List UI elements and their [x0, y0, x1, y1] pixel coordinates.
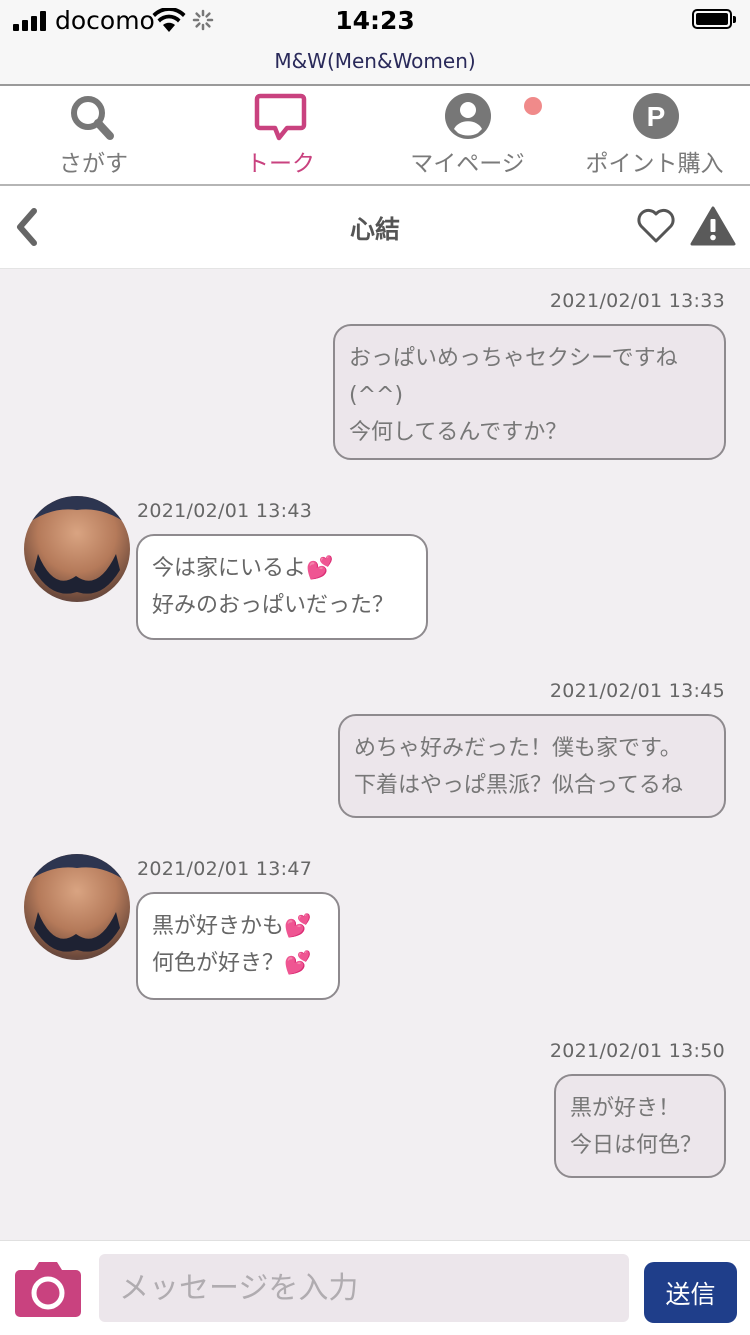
tab-label: ポイント購入: [585, 151, 724, 177]
message-timestamp: 2021/02/01 13:50: [549, 1040, 725, 1062]
points-p-icon: P: [633, 93, 679, 139]
message-line: 下着はやっぱ黒派？似合ってるね: [354, 773, 683, 798]
notification-badge: [524, 97, 542, 115]
message-composer: 送信: [0, 1240, 750, 1335]
message-timestamp: 2021/02/01 13:43: [137, 500, 313, 522]
message-timestamp: 2021/02/01 13:33: [549, 290, 725, 312]
svg-text:P: P: [647, 101, 666, 132]
message-line: 黒が好きかも💕: [152, 914, 312, 939]
chat-header: 心結: [0, 186, 750, 269]
tab-talk[interactable]: トーク: [187, 86, 374, 184]
chat-bubble-icon: [254, 93, 307, 141]
received-message-bubble: 黒が好きかも💕 何色が好き？💕: [136, 892, 340, 1000]
tab-buy-points[interactable]: P ポイント購入: [561, 86, 748, 184]
received-message-bubble: 今は家にいるよ💕 好みのおっぱいだった？: [136, 534, 428, 640]
send-button[interactable]: 送信: [644, 1262, 737, 1323]
search-icon: [71, 96, 114, 140]
tab-label: トーク: [246, 151, 315, 177]
tab-bar: さがす トーク マイページ P ポイント購入: [0, 86, 750, 186]
message-line: 今日は何色？: [570, 1133, 703, 1158]
message-line: おっぱいめっちゃセクシーですね: [349, 346, 678, 371]
avatar-image-icon: [24, 854, 130, 952]
tab-label: さがす: [59, 151, 128, 177]
message-line: 黒が好き！: [570, 1096, 681, 1121]
message-line: 今何してるんですか？: [349, 420, 568, 445]
site-header: M&W(Men&Women): [0, 44, 750, 86]
heart-icon[interactable]: [635, 206, 677, 246]
message-line: (^^): [349, 383, 404, 408]
camera-icon[interactable]: [14, 1258, 82, 1318]
message-input[interactable]: [99, 1254, 629, 1322]
message-line: 好みのおっぱいだった？: [152, 593, 395, 618]
avatar-image-icon: [24, 496, 130, 594]
sent-message-bubble: めちゃ好みだった！僕も家です。 下着はやっぱ黒派？似合ってるね: [338, 714, 726, 818]
message-line: 今は家にいるよ💕: [152, 556, 334, 581]
partner-avatar[interactable]: [24, 496, 130, 602]
tab-label: マイページ: [410, 151, 525, 177]
battery-icon: [692, 9, 736, 29]
site-title: M&W(Men&Women): [274, 49, 476, 73]
sent-message-bubble: 黒が好き！ 今日は何色？: [554, 1074, 726, 1178]
sent-message-bubble: おっぱいめっちゃセクシーですね (^^) 今何してるんですか？: [333, 324, 726, 460]
partner-avatar[interactable]: [24, 854, 130, 960]
message-line: めちゃ好みだった！僕も家です。: [354, 736, 682, 761]
tab-search[interactable]: さがす: [0, 86, 187, 184]
clock: 14:23: [335, 6, 415, 35]
report-warning-icon[interactable]: [690, 205, 736, 247]
message-timestamp: 2021/02/01 13:47: [137, 858, 313, 880]
status-bar: docomo 14:23: [0, 0, 750, 44]
message-timestamp: 2021/02/01 13:45: [549, 680, 725, 702]
message-line: 何色が好き？💕: [152, 951, 312, 976]
